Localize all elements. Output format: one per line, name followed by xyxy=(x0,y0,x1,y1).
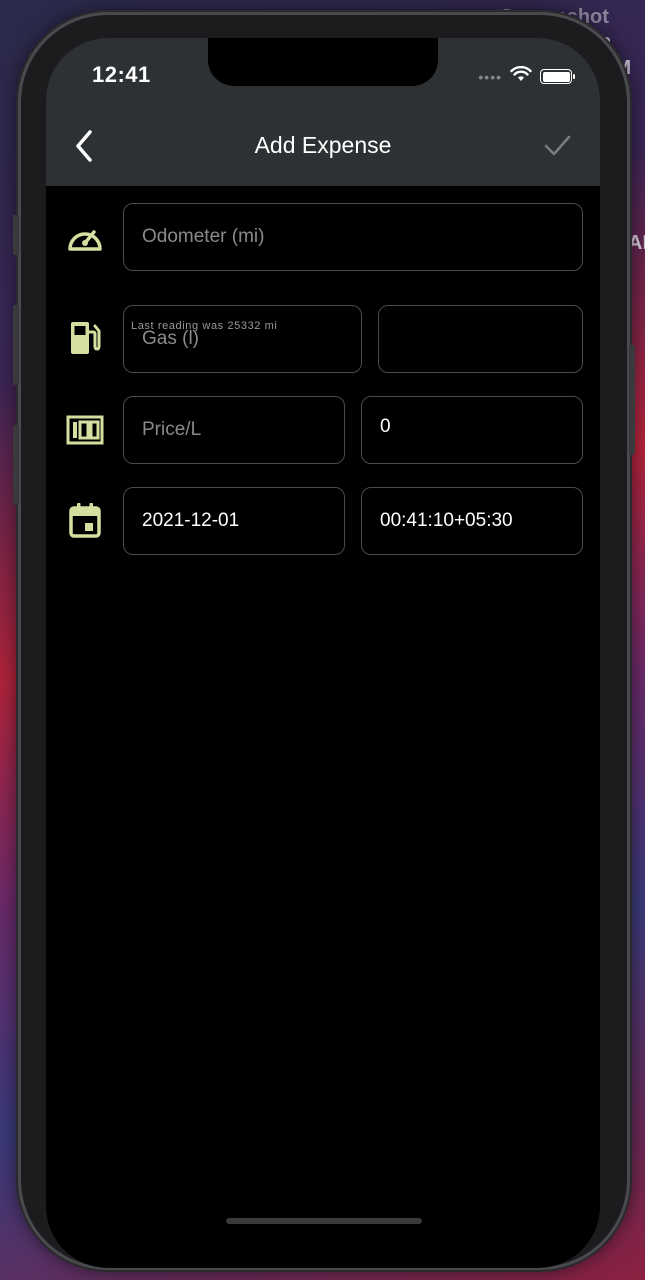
bg-time-label-2: AM xyxy=(628,232,645,254)
gas-station-icon xyxy=(65,318,105,358)
odometer-input[interactable]: Odometer (mi) xyxy=(123,203,583,271)
date-input[interactable]: 2021-12-01 xyxy=(123,487,345,555)
notch xyxy=(208,38,438,86)
gas-secondary-input[interactable] xyxy=(378,305,583,373)
save-button[interactable] xyxy=(542,130,574,162)
check-icon xyxy=(544,135,571,156)
wifi-icon xyxy=(510,65,532,87)
speedometer-icon xyxy=(65,217,105,257)
cellular-signal-icon: •••• xyxy=(478,68,502,85)
side-button xyxy=(13,425,19,505)
calendar-icon xyxy=(65,500,105,540)
status-time: 12:41 xyxy=(92,62,151,87)
price-per-liter-input[interactable]: Price/L xyxy=(123,396,345,464)
home-indicator[interactable] xyxy=(226,1218,422,1224)
power-button xyxy=(629,345,635,455)
status-icons: •••• xyxy=(478,65,575,87)
app-screen: 12:41 •••• Add Expense Odometer (mi) Las… xyxy=(46,38,600,1268)
side-button xyxy=(13,305,19,385)
side-button xyxy=(13,215,19,255)
counter-icon xyxy=(65,410,105,450)
time-input[interactable]: 00:41:10+05:30 xyxy=(361,487,583,555)
app-header: 12:41 •••• Add Expense xyxy=(46,38,600,186)
total-cost-input[interactable]: 0 xyxy=(361,396,583,464)
battery-icon xyxy=(540,69,575,84)
page-title: Add Expense xyxy=(254,132,392,158)
gas-input[interactable]: Gas (l) xyxy=(123,305,362,373)
